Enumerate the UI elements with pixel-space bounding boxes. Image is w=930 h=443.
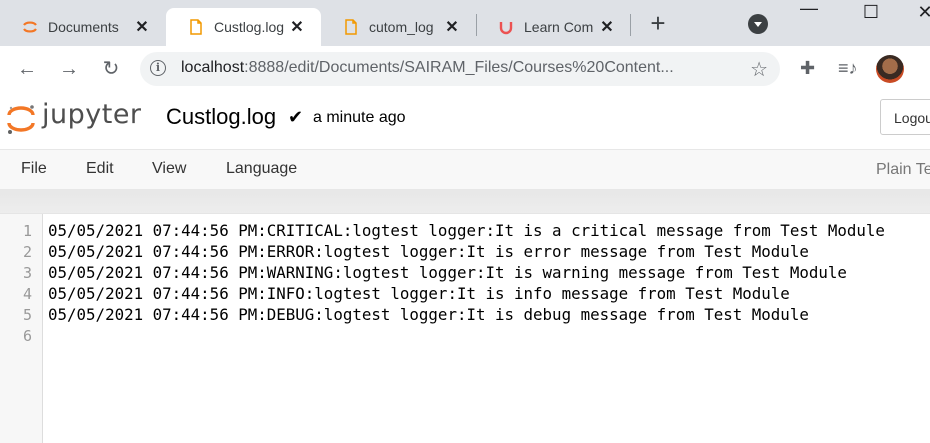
file-icon bbox=[345, 19, 357, 35]
line-number: 2 bbox=[22, 243, 32, 261]
tab-title: Learn Com bbox=[524, 19, 594, 35]
code-line[interactable]: 05/05/2021 07:44:56 PM:INFO:logtest logg… bbox=[48, 284, 790, 303]
maximize-icon[interactable]: ☐ bbox=[856, 2, 886, 23]
code-line[interactable]: 05/05/2021 07:44:56 PM:CRITICAL:logtest … bbox=[48, 221, 885, 240]
menu-language[interactable]: Language bbox=[226, 160, 297, 178]
bookmark-star-icon[interactable]: ☆ bbox=[750, 57, 768, 82]
close-tab-icon[interactable]: ✕ bbox=[287, 17, 307, 37]
tab-title: cutom_log bbox=[369, 19, 434, 35]
browser-toolbar: ← → ↻ i localhost:8888/edit/Documents/SA… bbox=[0, 46, 930, 94]
menu-file[interactable]: File bbox=[21, 160, 47, 178]
media-control-icon[interactable]: ≡♪ bbox=[838, 58, 858, 79]
code-line[interactable]: 05/05/2021 07:44:56 PM:WARNING:logtest l… bbox=[48, 263, 847, 282]
code-line[interactable]: 05/05/2021 07:44:56 PM:ERROR:logtest log… bbox=[48, 242, 809, 261]
url-text[interactable]: localhost:8888/edit/Documents/SAIRAM_Fil… bbox=[181, 59, 741, 77]
tab-title: Documents bbox=[48, 19, 119, 35]
browser-tab-strip: Documents ✕ Custlog.log ✕ cutom_log ✕ Le… bbox=[0, 0, 930, 46]
save-status: a minute ago bbox=[313, 109, 406, 126]
new-tab-button[interactable]: + bbox=[645, 10, 671, 36]
menu-edit[interactable]: Edit bbox=[86, 160, 114, 178]
code-line[interactable]: 05/05/2021 07:44:56 PM:DEBUG:logtest log… bbox=[48, 305, 809, 324]
jupyter-icon bbox=[23, 21, 37, 33]
close-window-icon[interactable]: ✕ bbox=[910, 2, 930, 23]
tab-cutom-log[interactable]: cutom_log ✕ bbox=[321, 8, 476, 46]
tab-documents[interactable]: Documents ✕ bbox=[0, 8, 166, 46]
jupyter-header: jupyter Custlog.log ✔ a minute ago Logou… bbox=[0, 93, 930, 149]
address-bar[interactable]: i localhost:8888/edit/Documents/SAIRAM_F… bbox=[140, 52, 780, 86]
tab-custlog[interactable]: Custlog.log ✕ bbox=[166, 8, 321, 46]
tab-learn[interactable]: Learn Com ✕ bbox=[476, 8, 631, 46]
close-tab-icon[interactable]: ✕ bbox=[597, 17, 617, 37]
url-path: :8888/edit/Documents/SAIRAM_Files/Course… bbox=[244, 59, 674, 76]
reload-icon[interactable]: ↻ bbox=[98, 56, 124, 82]
file-name[interactable]: Custlog.log bbox=[166, 104, 276, 130]
close-tab-icon[interactable]: ✕ bbox=[132, 17, 152, 37]
extensions-icon[interactable]: ✚ bbox=[800, 58, 815, 79]
editor-mode: Plain Text bbox=[876, 161, 930, 178]
line-number: 6 bbox=[22, 327, 32, 345]
close-tab-icon[interactable]: ✕ bbox=[442, 17, 462, 37]
avatar[interactable] bbox=[876, 55, 904, 83]
logout-button[interactable]: Logout bbox=[880, 99, 930, 135]
header-divider bbox=[0, 189, 930, 213]
site-info-icon[interactable]: i bbox=[150, 60, 166, 76]
forward-icon[interactable]: → bbox=[56, 56, 82, 82]
text-editor[interactable]: 1 2 3 4 5 6 05/05/2021 07:44:56 PM:CRITI… bbox=[0, 213, 930, 443]
jupyter-logo-icon[interactable] bbox=[6, 103, 36, 135]
line-number: 3 bbox=[22, 264, 32, 282]
line-number: 4 bbox=[22, 285, 32, 303]
line-number-gutter: 1 2 3 4 5 6 bbox=[0, 214, 43, 443]
minimize-icon[interactable]: — bbox=[794, 0, 824, 19]
back-icon[interactable]: ← bbox=[14, 56, 40, 82]
line-number: 5 bbox=[22, 306, 32, 324]
tab-title: Custlog.log bbox=[214, 19, 285, 35]
tab-search-icon[interactable] bbox=[748, 14, 768, 34]
file-icon bbox=[190, 19, 202, 35]
jupyter-logo-text[interactable]: jupyter bbox=[42, 99, 142, 130]
line-number: 1 bbox=[22, 222, 32, 240]
saved-check-icon: ✔ bbox=[288, 107, 304, 127]
menu-bar: File Edit View Language Plain Text bbox=[0, 149, 930, 190]
menu-view[interactable]: View bbox=[152, 160, 186, 178]
udemy-icon bbox=[499, 22, 513, 35]
url-host: localhost bbox=[181, 59, 245, 76]
tab-separator bbox=[630, 14, 631, 36]
